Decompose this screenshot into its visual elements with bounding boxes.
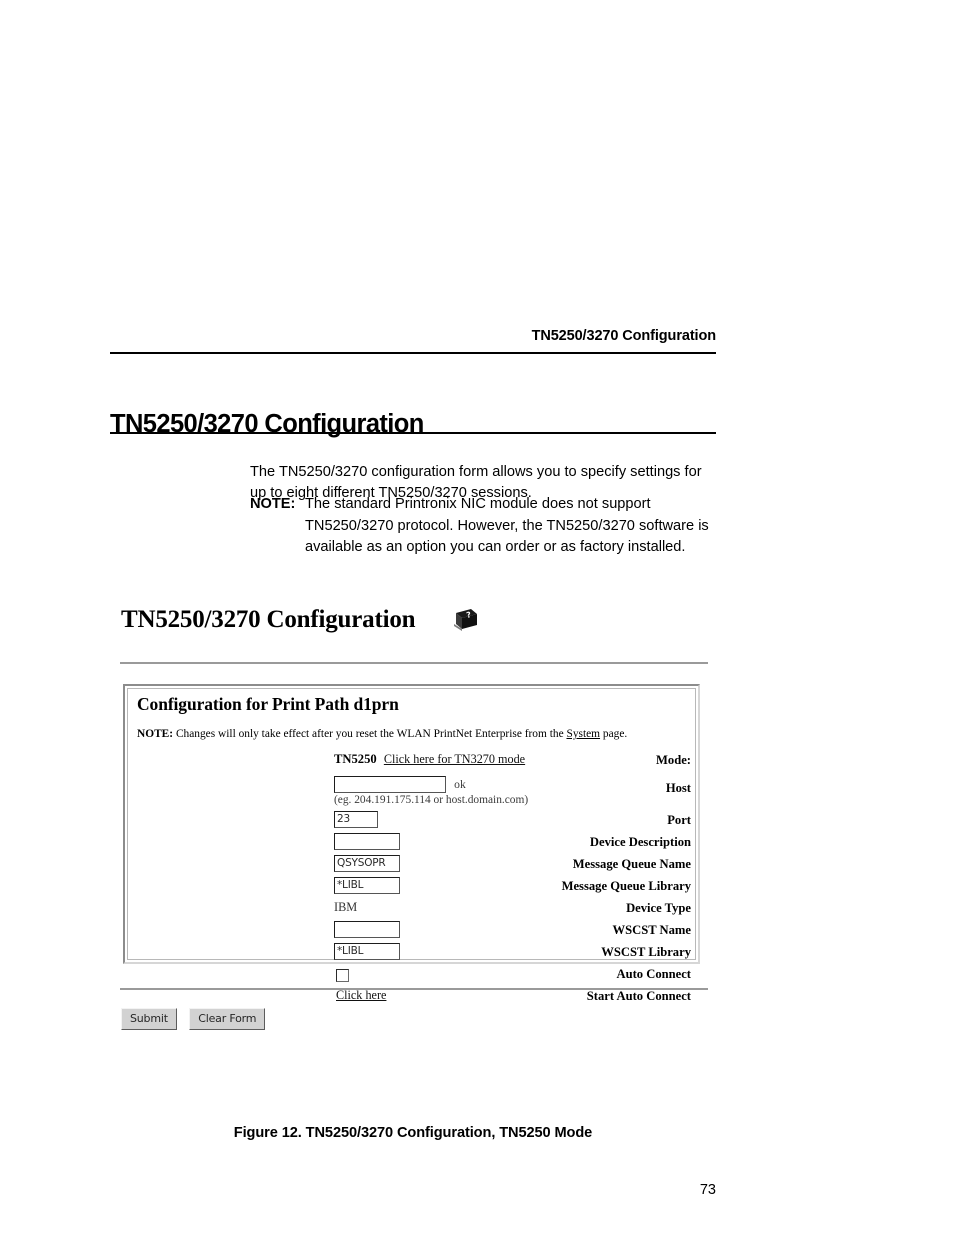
form-row-start-auto-connect: Start Auto Connect Click here: [128, 987, 695, 1009]
tn3270-mode-link[interactable]: Click here for TN3270 mode: [380, 751, 525, 768]
field-port: 23: [334, 811, 378, 828]
form-row-wscst-library: WSCST Library *LIBL: [128, 943, 695, 965]
form-note-label: NOTE:: [137, 728, 174, 740]
form-row-message-queue-library: Message Queue Library *LIBL: [128, 877, 695, 899]
submit-button[interactable]: Submit: [121, 1008, 177, 1030]
figure-screenshot: TN5250/3270 Configuration ? Configuratio…: [110, 600, 716, 1030]
wscst-library-input[interactable]: *LIBL: [334, 943, 400, 960]
host-input[interactable]: [334, 776, 446, 793]
field-wscst-name: [334, 921, 400, 938]
label-port: Port: [667, 813, 691, 827]
field-auto-connect: [334, 967, 349, 982]
form-row-auto-connect: Auto Connect: [128, 965, 695, 987]
form-row-mode: Mode: TN5250 Click here for TN3270 mode: [128, 751, 695, 773]
page-title: TN5250/3270 Configuration: [110, 410, 424, 439]
form-row-device-description: Device Description: [128, 833, 695, 855]
page-number: 73: [699, 1182, 716, 1198]
figure-bottom-rule: [120, 988, 708, 990]
form-heading: Configuration for Print Path d1prn: [137, 694, 399, 714]
field-message-queue-name: QSYSOPR: [334, 855, 400, 872]
message-queue-library-input[interactable]: *LIBL: [334, 877, 400, 894]
host-ok-text: ok: [454, 778, 466, 791]
help-book-icon[interactable]: ?: [452, 608, 478, 632]
field-message-queue-library: *LIBL: [334, 877, 400, 894]
device-type-value: IBM: [334, 900, 358, 914]
header-rule: [110, 352, 716, 354]
field-device-type: IBM: [334, 899, 357, 916]
port-input[interactable]: 23: [334, 811, 378, 828]
form-row-host: Host ok (eg. 204.191.175.114 or host.dom…: [128, 773, 695, 811]
title-underline-rule: [110, 432, 716, 434]
form-note-text-after: page.: [602, 728, 628, 740]
field-device-description: [334, 833, 400, 850]
form-row-device-type: Device Type IBM: [128, 899, 695, 921]
field-mode: TN5250 Click here for TN3270 mode: [334, 751, 525, 768]
figure-header: TN5250/3270 Configuration ?: [110, 600, 716, 664]
note-text: The standard Printronix NIC module does …: [305, 496, 709, 555]
config-form-panel: Configuration for Print Path d1prn NOTE:…: [123, 684, 700, 1003]
clear-form-button[interactable]: Clear Form: [189, 1008, 266, 1030]
label-device-type: Device Type: [626, 901, 691, 915]
message-queue-name-input[interactable]: QSYSOPR: [334, 855, 400, 872]
note-block: NOTE: The standard Printronix NIC module…: [250, 494, 720, 559]
host-hint: (eg. 204.191.175.114 or host.domain.com): [334, 794, 529, 806]
field-host: ok: [334, 776, 466, 793]
mode-value: TN5250: [334, 752, 377, 766]
system-page-link[interactable]: System: [566, 728, 600, 740]
label-message-queue-library: Message Queue Library: [561, 879, 691, 893]
config-form-inner: Configuration for Print Path d1prn NOTE:…: [127, 688, 696, 1003]
wscst-name-input[interactable]: [334, 921, 400, 938]
form-button-row: Submit Clear Form: [121, 1008, 273, 1030]
field-wscst-library: *LIBL: [334, 943, 400, 960]
device-description-input[interactable]: [334, 833, 400, 850]
note-label: NOTE:: [250, 496, 296, 512]
form-rows: Mode: TN5250 Click here for TN3270 mode …: [128, 751, 695, 1009]
label-device-description: Device Description: [589, 835, 691, 849]
form-note-text-before: Changes will only take effect after you …: [175, 728, 564, 740]
figure-header-rule: [120, 662, 708, 664]
figure-caption: Figure 12. TN5250/3270 Configuration, TN…: [233, 1125, 593, 1141]
label-message-queue-name: Message Queue Name: [572, 857, 691, 871]
label-auto-connect: Auto Connect: [616, 967, 691, 981]
form-note: NOTE: Changes will only take effect afte…: [137, 728, 627, 740]
label-wscst-library: WSCST Library: [601, 945, 691, 959]
form-row-wscst-name: WSCST Name: [128, 921, 695, 943]
running-header: TN5250/3270 Configuration: [531, 328, 717, 344]
label-wscst-name: WSCST Name: [612, 923, 692, 937]
form-row-port: Port 23: [128, 811, 695, 833]
form-row-message-queue-name: Message Queue Name QSYSOPR: [128, 855, 695, 877]
figure-header-title: TN5250/3270 Configuration: [121, 606, 416, 633]
auto-connect-checkbox[interactable]: [336, 968, 349, 982]
